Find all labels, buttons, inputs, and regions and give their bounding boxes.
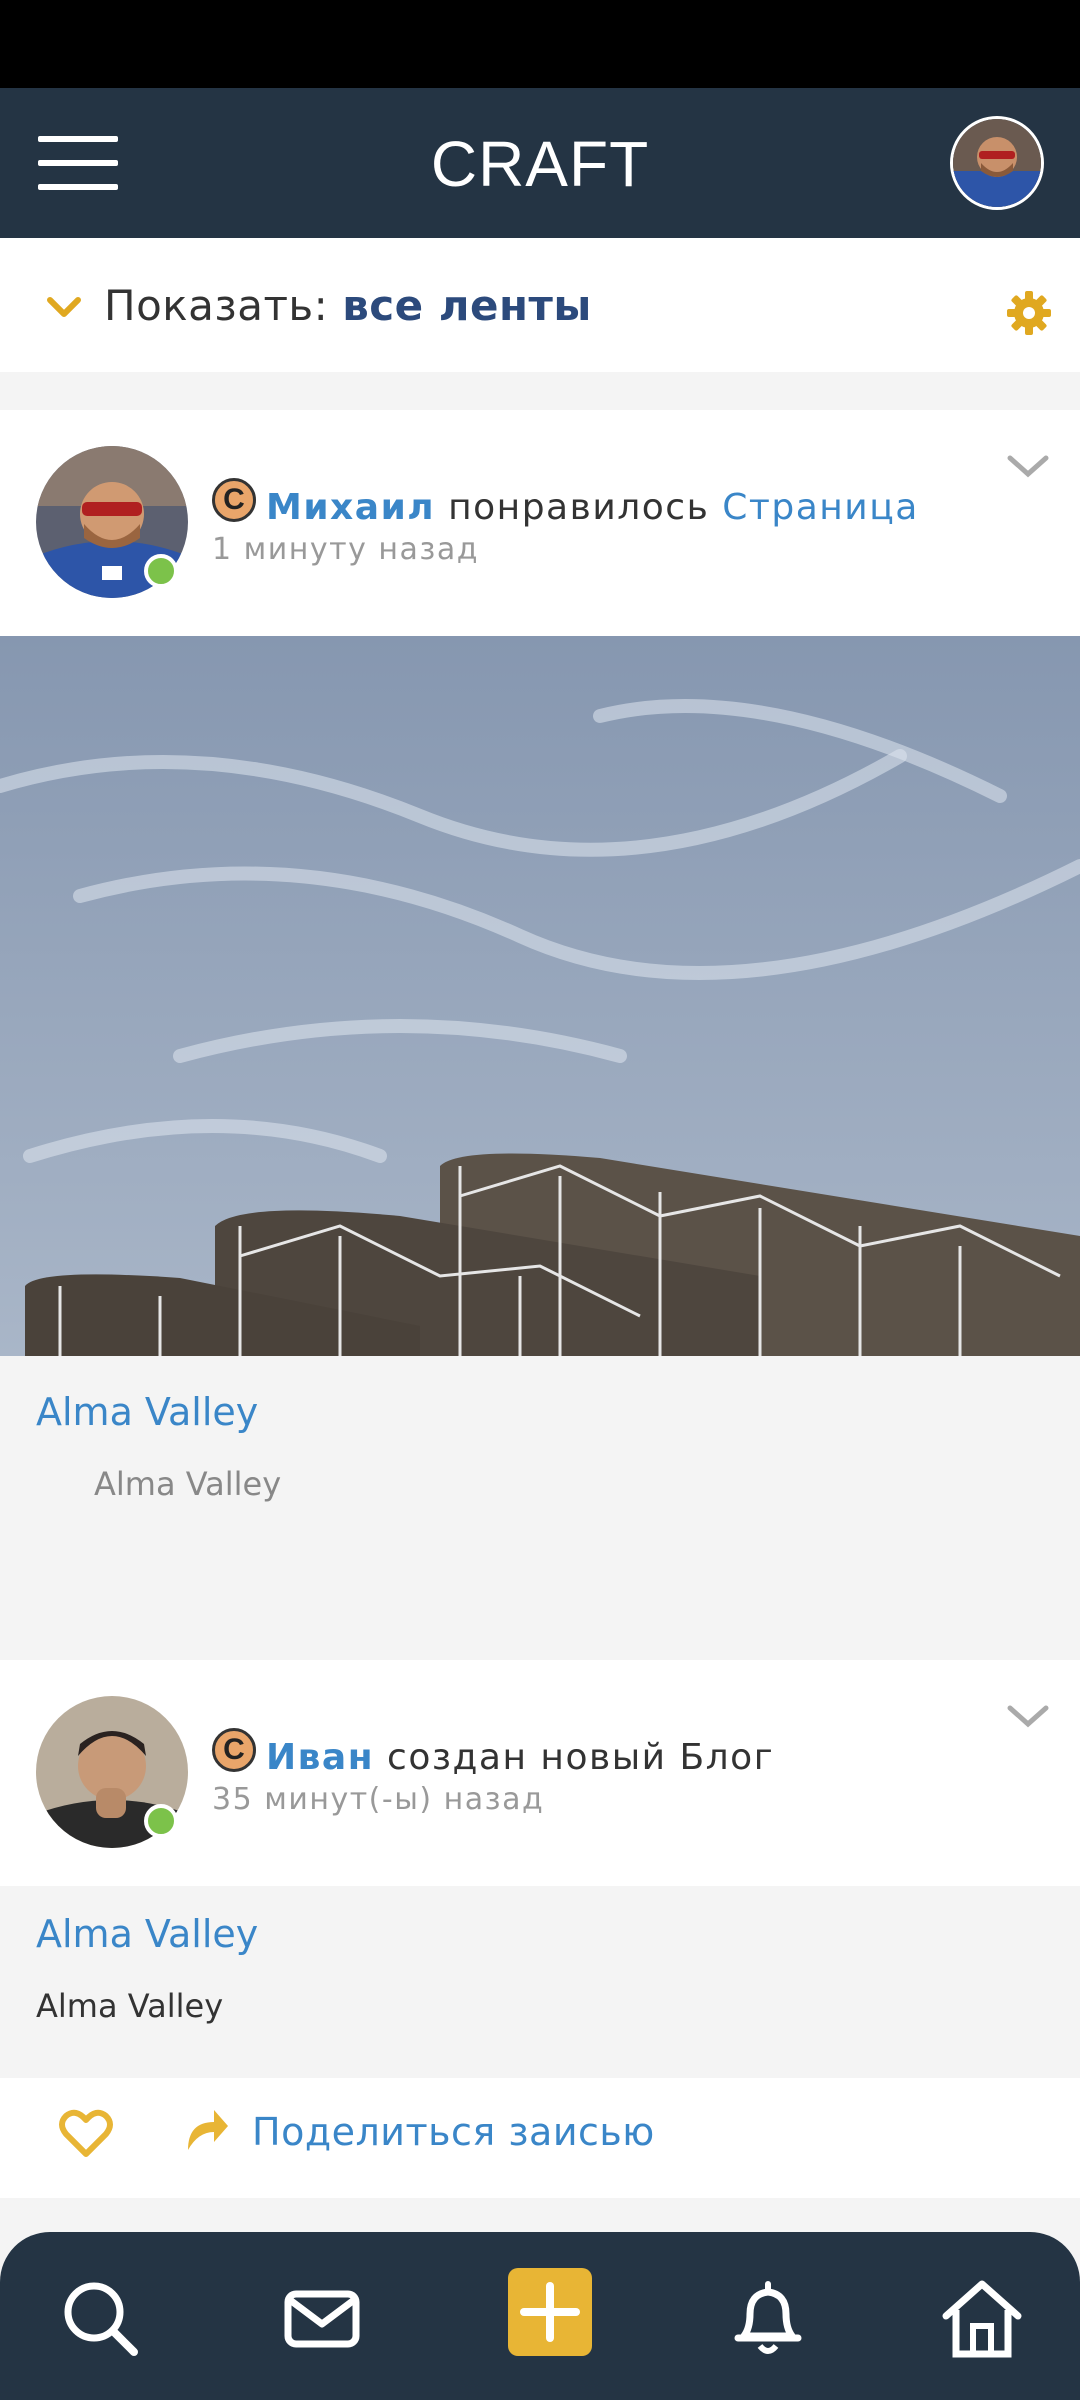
share-arrow-icon[interactable] (184, 2104, 230, 2154)
user-link[interactable]: Иван (266, 1737, 374, 1778)
activity-headline: Михаил понравилось Страница (266, 484, 919, 532)
place-subtitle: Alma Valley (36, 1987, 224, 2025)
add-post-button[interactable] (508, 2268, 592, 2356)
activity-action: создан новый Блог (387, 1737, 775, 1778)
timestamp: 1 минуту назад (212, 532, 479, 567)
chevron-down-icon[interactable] (1006, 452, 1050, 482)
card-header: C Михаил понравилось Страница 1 минуту н… (0, 410, 1080, 636)
rank-badge: C (212, 1728, 256, 1772)
activity-action: понравилось (448, 487, 710, 528)
activity-headline: Иван создан новый Блог (266, 1734, 774, 1782)
filter-label: Показать: (104, 281, 329, 330)
post-body: Alma Valley Alma Valley (0, 1356, 1080, 1584)
card-header: C Иван создан новый Блог 35 минут(-ы) на… (0, 1660, 1080, 1886)
feed-filter-label: Показать: все ленты (104, 278, 592, 334)
app-header: CRAFT (0, 88, 1080, 238)
status-bar (0, 0, 1080, 88)
place-subtitle: Alma Valley (94, 1465, 282, 1503)
post-actions: Поделиться заисью (0, 2078, 1080, 2198)
settings-gear-icon[interactable] (1004, 288, 1054, 338)
search-icon[interactable] (58, 2276, 142, 2360)
place-title-link[interactable]: Alma Valley (36, 1386, 1044, 1438)
feed-card: C Михаил понравилось Страница 1 минуту н… (0, 410, 1080, 1584)
mail-icon[interactable] (280, 2276, 364, 2360)
user-link[interactable]: Михаил (266, 487, 435, 528)
chevron-down-icon (47, 297, 81, 317)
feed-filter-bar[interactable]: Показать: все ленты (0, 238, 1080, 372)
place-title-link[interactable]: Alma Valley (36, 1908, 1044, 1960)
chevron-down-icon[interactable] (1006, 1702, 1050, 1732)
profile-avatar[interactable] (950, 116, 1044, 210)
filter-value[interactable]: все ленты (342, 281, 592, 330)
plus-icon (520, 2282, 580, 2342)
online-status-dot (144, 554, 178, 588)
object-link[interactable]: Страница (722, 487, 919, 528)
feed-card: C Иван создан новый Блог 35 минут(-ы) на… (0, 1660, 1080, 2198)
timestamp: 35 минут(-ы) назад (212, 1782, 545, 1817)
app-title: CRAFT (430, 128, 650, 200)
post-body: Alma Valley Alma Valley (0, 1886, 1080, 2078)
post-image[interactable] (0, 636, 1080, 1356)
bottom-navigation (0, 2232, 1080, 2400)
heart-icon[interactable] (58, 2108, 114, 2160)
share-button[interactable]: Поделиться заисью (252, 2106, 655, 2158)
rank-badge: C (212, 478, 256, 522)
bell-icon[interactable] (726, 2276, 810, 2360)
online-status-dot (144, 1804, 178, 1838)
home-icon[interactable] (940, 2276, 1024, 2360)
